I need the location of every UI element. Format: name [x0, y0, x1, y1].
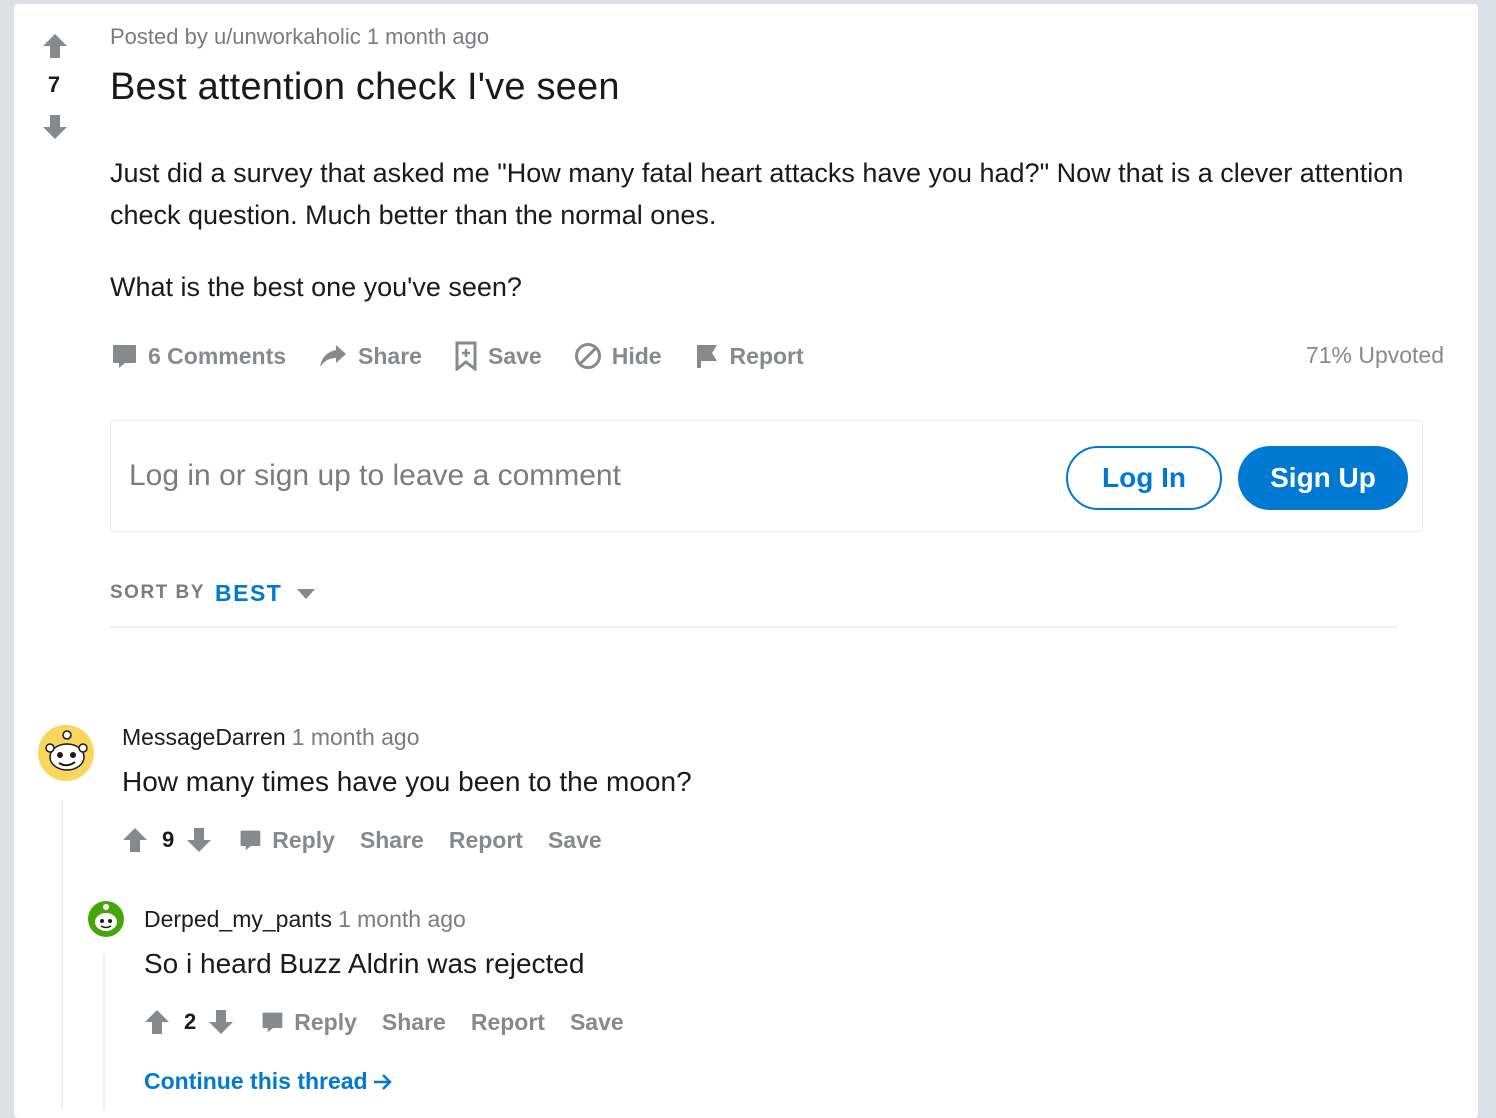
- comment-icon: [262, 1012, 283, 1033]
- hide-label: Hide: [611, 342, 662, 369]
- hide-button[interactable]: Hide: [574, 342, 662, 370]
- comments-button[interactable]: 6 Comments: [110, 342, 286, 370]
- downvote-icon[interactable]: [42, 114, 68, 140]
- divider: [110, 626, 1398, 628]
- log-in-button[interactable]: Log In: [1066, 446, 1222, 510]
- login-prompt-text: Log in or sign up to leave a comment: [129, 459, 621, 492]
- save-label: Save: [487, 342, 542, 369]
- caret-down-icon[interactable]: [296, 588, 316, 600]
- reply-label: Reply: [294, 1008, 357, 1035]
- sign-up-button[interactable]: Sign Up: [1238, 446, 1408, 510]
- bookmark-icon: [455, 341, 477, 371]
- arrow-right-icon: [373, 1073, 392, 1090]
- share-button[interactable]: Share: [382, 1009, 446, 1036]
- comment-actions: 9 Reply Share Report Save: [122, 820, 627, 860]
- upvote-icon[interactable]: [144, 1009, 170, 1035]
- save-button[interactable]: Save: [570, 1009, 624, 1036]
- downvote-icon[interactable]: [186, 827, 212, 853]
- post-card: 7 Posted by u/unworkaholic 1 month ago B…: [14, 4, 1478, 1118]
- comment-actions: 2 Reply Share Report Save: [144, 1002, 649, 1042]
- post-author[interactable]: Posted by u/unworkaholic: [110, 24, 361, 49]
- hide-icon: [574, 343, 601, 369]
- share-button[interactable]: Share: [318, 342, 422, 370]
- comment-time: 1 month ago: [291, 724, 420, 750]
- upvote-ratio: 71% Upvoted: [1305, 342, 1444, 368]
- share-icon: [320, 345, 347, 367]
- avatar[interactable]: [37, 724, 95, 782]
- reply-label: Reply: [272, 826, 335, 853]
- flag-icon: [696, 345, 717, 368]
- sort-label: SORT BY: [110, 582, 205, 603]
- avatar[interactable]: [87, 900, 125, 938]
- post-time: 1 month ago: [366, 24, 490, 49]
- reply-button[interactable]: Reply: [260, 1009, 357, 1036]
- post-score: 7: [47, 72, 61, 97]
- post-paragraph: What is the best one you've seen?: [110, 272, 522, 302]
- comment-meta: MessageDarren 1 month ago: [122, 724, 420, 751]
- comment-author[interactable]: Derped_my_pants: [144, 906, 332, 932]
- continue-thread-link[interactable]: Continue this thread: [144, 1068, 394, 1095]
- comment-text: So i heard Buzz Aldrin was rejected: [144, 948, 585, 979]
- upvote-icon[interactable]: [122, 827, 148, 853]
- upvote-icon[interactable]: [42, 33, 68, 59]
- report-button[interactable]: Report: [449, 827, 523, 854]
- share-button[interactable]: Share: [360, 827, 424, 854]
- comment-score: 9: [162, 827, 175, 852]
- comment-time: 1 month ago: [337, 906, 466, 932]
- comment-login-box: Log in or sign up to leave a comment Log…: [110, 420, 1423, 532]
- save-button[interactable]: Save: [548, 827, 602, 854]
- downvote-icon[interactable]: [208, 1009, 234, 1035]
- comment-icon: [240, 830, 261, 851]
- continue-thread-label: Continue this thread: [144, 1068, 368, 1094]
- thread-line[interactable]: [61, 800, 63, 1110]
- post-paragraph: Just did a survey that asked me "How man…: [110, 158, 1404, 230]
- share-label: Share: [358, 342, 422, 369]
- post-actions: 6 Comments Share Save Hide Report: [110, 336, 836, 376]
- post-title: Best attention check I've seen: [110, 66, 620, 108]
- comment-author[interactable]: MessageDarren: [122, 724, 286, 750]
- comment-meta: Derped_my_pants 1 month ago: [144, 906, 466, 933]
- save-button[interactable]: Save: [454, 341, 542, 371]
- report-label: Report: [729, 342, 804, 369]
- reply-button[interactable]: Reply: [238, 827, 335, 854]
- report-button[interactable]: Report: [471, 1009, 545, 1036]
- comment-score: 2: [184, 1009, 197, 1034]
- comments-label: 6 Comments: [148, 342, 287, 369]
- sort-dropdown[interactable]: BEST: [215, 580, 282, 607]
- comment-icon: [113, 345, 136, 368]
- post-meta: Posted by u/unworkaholic 1 month ago: [110, 24, 489, 50]
- comment-text: How many times have you been to the moon…: [122, 766, 692, 797]
- thread-line[interactable]: [103, 954, 105, 1110]
- report-button[interactable]: Report: [694, 342, 804, 370]
